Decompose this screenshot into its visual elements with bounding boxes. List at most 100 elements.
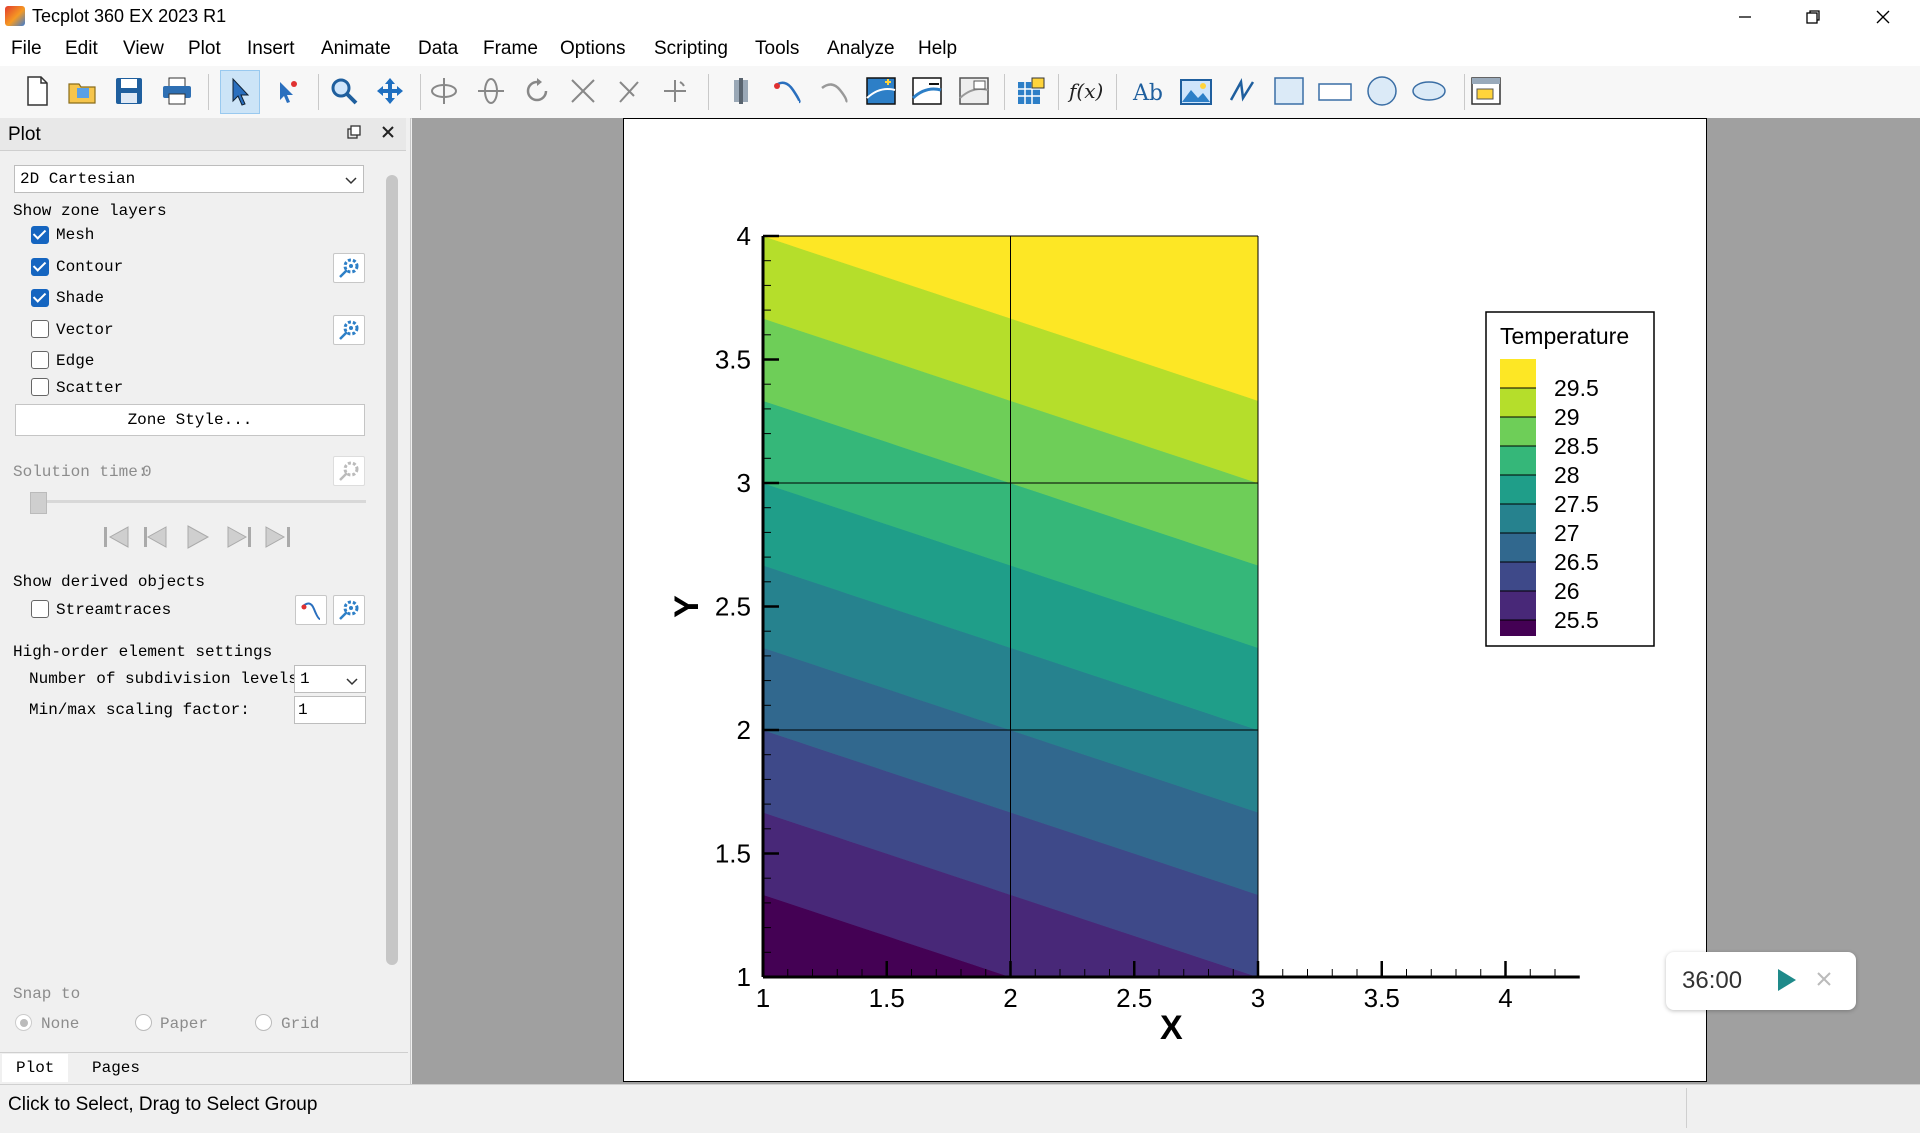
- equation-icon[interactable]: f(x): [1066, 70, 1104, 112]
- contour-settings-button[interactable]: [333, 253, 365, 283]
- square-icon[interactable]: [1270, 70, 1308, 112]
- timer-close-icon[interactable]: [1814, 969, 1834, 994]
- shade-checkbox[interactable]: [31, 289, 49, 307]
- edge-checkbox[interactable]: [31, 351, 49, 369]
- legend-level-label: 28: [1554, 462, 1580, 488]
- next-frame-icon[interactable]: [222, 522, 254, 557]
- new-layout-icon[interactable]: [18, 70, 56, 112]
- previous-frame-icon[interactable]: [140, 522, 172, 557]
- rotate-x-icon[interactable]: [425, 70, 463, 112]
- image-icon[interactable]: [1177, 70, 1215, 112]
- tab-pages[interactable]: Pages: [78, 1054, 154, 1082]
- rectangle-icon[interactable]: [1316, 70, 1354, 112]
- snap-grid-radio[interactable]: [255, 1014, 272, 1031]
- open-icon[interactable]: [64, 70, 102, 112]
- contour-remove-icon[interactable]: [908, 70, 946, 112]
- legend-level-label: 28.5: [1554, 433, 1599, 459]
- menu-options[interactable]: Options: [560, 38, 625, 60]
- close-icon[interactable]: [1848, 0, 1918, 34]
- adjustor-icon[interactable]: [268, 70, 306, 112]
- timer-value: 36:00: [1682, 967, 1743, 994]
- plot-frame[interactable]: 1 1.5 2 2.5 3 3.5 4 1 1.5 2 2.5 3 3.5 4 X Y Temperature 2…: [623, 118, 1707, 1082]
- panel-scrollbar[interactable]: [386, 175, 398, 965]
- rotate-yx-icon[interactable]: [610, 70, 648, 112]
- snap-paper-radio[interactable]: [135, 1014, 152, 1031]
- gear-icon: [339, 258, 359, 278]
- panel-close-icon[interactable]: [380, 124, 396, 145]
- text-icon[interactable]: Ab: [1130, 70, 1168, 112]
- rotate-xy-icon[interactable]: [564, 70, 602, 112]
- panel-float-icon[interactable]: [346, 124, 362, 145]
- slice-icon[interactable]: [815, 70, 853, 112]
- streamtraces-label: Streamtraces: [56, 601, 172, 619]
- menu-help[interactable]: Help: [918, 38, 957, 60]
- zoom-icon[interactable]: [325, 70, 363, 112]
- menu-tools[interactable]: Tools: [755, 38, 799, 60]
- tab-plot[interactable]: Plot: [2, 1054, 69, 1082]
- y-tick-label: 1.5: [715, 839, 751, 869]
- menu-view[interactable]: View: [123, 38, 164, 60]
- slider-handle[interactable]: [30, 492, 47, 514]
- scatter-checkbox[interactable]: [31, 378, 49, 396]
- solution-time-settings-button[interactable]: [333, 456, 365, 486]
- menu-scripting[interactable]: Scripting: [654, 38, 728, 60]
- circle-icon[interactable]: [1363, 70, 1401, 112]
- probe-icon[interactable]: [722, 70, 760, 112]
- translate-icon[interactable]: [371, 70, 409, 112]
- menu-animate[interactable]: Animate: [321, 38, 391, 60]
- streamtrace-icon: [301, 602, 321, 620]
- print-icon[interactable]: [158, 70, 196, 112]
- subdivision-levels-value: 1: [300, 670, 310, 688]
- rollerball-icon[interactable]: [656, 70, 694, 112]
- polyline-icon[interactable]: [1223, 70, 1261, 112]
- x-tick-label: 3.5: [1364, 983, 1400, 1013]
- menu-plot[interactable]: Plot: [188, 38, 221, 60]
- streamtrace-settings-button[interactable]: [333, 595, 365, 625]
- frame-icon[interactable]: [1467, 70, 1505, 112]
- mesh-checkbox[interactable]: [31, 226, 49, 244]
- y-tick-label: 4: [737, 221, 751, 251]
- streamtraces-checkbox[interactable]: [31, 600, 49, 618]
- show-zone-layers-label: Show zone layers: [13, 202, 167, 220]
- chevron-down-icon[interactable]: [345, 672, 359, 693]
- scaling-factor-label: Min/max scaling factor:: [29, 701, 250, 719]
- legend-level-label: 27: [1554, 520, 1580, 546]
- vector-checkbox[interactable]: [31, 320, 49, 338]
- vector-settings-button[interactable]: [333, 315, 365, 345]
- svg-text:f(x): f(x): [1067, 79, 1103, 103]
- rotate-y-icon[interactable]: [472, 70, 510, 112]
- menu-file[interactable]: File: [11, 38, 42, 60]
- rotate-z-icon[interactable]: [518, 70, 556, 112]
- select-icon[interactable]: [220, 70, 260, 114]
- zone-style-button[interactable]: Zone Style...: [15, 404, 365, 436]
- contour-plot[interactable]: 1 1.5 2 2.5 3 3.5 4 1 1.5 2 2.5 3 3.5 4 X Y Temperature 2…: [624, 119, 1705, 1080]
- legend-swatch-9: [1500, 620, 1536, 636]
- last-frame-icon[interactable]: [262, 522, 294, 557]
- menu-frame[interactable]: Frame: [483, 38, 538, 60]
- restore-icon[interactable]: [1778, 0, 1848, 34]
- timer-play-icon[interactable]: [1774, 967, 1798, 998]
- play-icon[interactable]: [182, 522, 212, 557]
- menu-data[interactable]: Data: [418, 38, 458, 60]
- streamtrace-add-button[interactable]: [295, 595, 327, 625]
- contour-level-icon[interactable]: [955, 70, 993, 112]
- zone-create-icon[interactable]: [1012, 70, 1050, 112]
- contour-add-icon[interactable]: [862, 70, 900, 112]
- legend-level-label: 27.5: [1554, 491, 1599, 517]
- save-icon[interactable]: [110, 70, 148, 112]
- solution-time-slider[interactable]: [30, 500, 366, 503]
- legend-swatch-7: [1500, 562, 1536, 591]
- first-frame-icon[interactable]: [100, 522, 132, 557]
- x-tick-label: 1.5: [869, 983, 905, 1013]
- contour-checkbox[interactable]: [31, 258, 49, 276]
- legend-swatch-5: [1500, 504, 1536, 533]
- menu-analyze[interactable]: Analyze: [827, 38, 895, 60]
- streamtrace-icon[interactable]: [768, 70, 806, 112]
- chevron-down-icon[interactable]: [344, 171, 358, 192]
- menu-insert[interactable]: Insert: [247, 38, 295, 60]
- ellipse-icon[interactable]: [1410, 70, 1448, 112]
- minimize-icon[interactable]: [1710, 0, 1780, 34]
- status-divider: [1686, 1088, 1687, 1128]
- menu-edit[interactable]: Edit: [65, 38, 98, 60]
- y-tick-label: 2: [737, 715, 751, 745]
